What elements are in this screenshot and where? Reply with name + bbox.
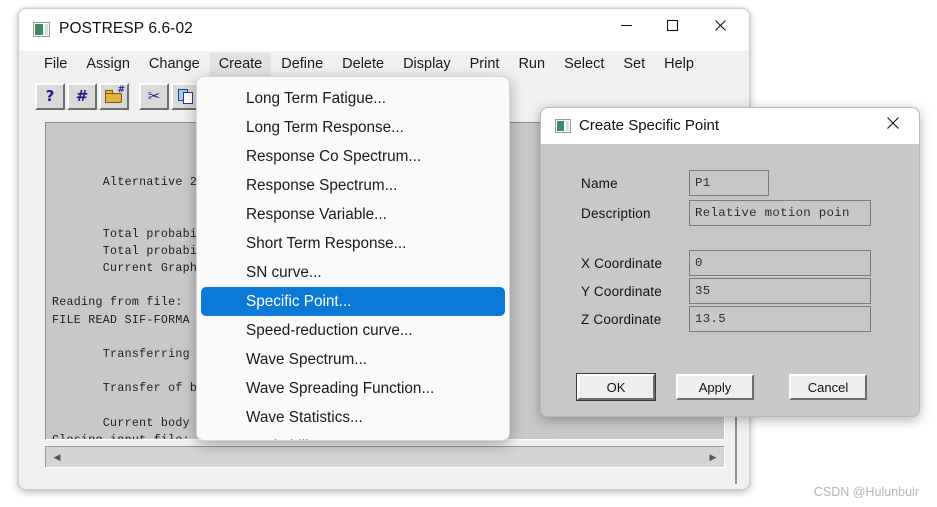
menu-create[interactable]: Create [209, 53, 272, 76]
menu-help[interactable]: Help [655, 53, 703, 76]
scroll-right-arrow-icon[interactable]: ▶ [703, 447, 723, 467]
dialog-body: Name P1 Description Relative motion poin… [541, 144, 919, 416]
menu-item-sn-curve[interactable]: SN curve... [201, 258, 505, 287]
y-coordinate-input[interactable]: 35 [689, 278, 871, 304]
dialog-close-button[interactable] [871, 108, 915, 138]
menu-item-specific-point[interactable]: Specific Point... [201, 287, 505, 316]
z-coordinate-label: Z Coordinate [581, 312, 662, 327]
copy-shape [178, 88, 194, 104]
create-specific-point-dialog: Create Specific Point Name P1 Descriptio… [540, 107, 920, 417]
name-label: Name [581, 176, 618, 191]
menu-select[interactable]: Select [555, 53, 613, 76]
z-coordinate-input[interactable]: 13.5 [689, 306, 871, 332]
y-coordinate-label: Y Coordinate [581, 284, 662, 299]
apply-button[interactable]: Apply [676, 374, 754, 400]
help-question-glyph: ? [45, 87, 55, 105]
menu-item-speed-reduction-curve[interactable]: Speed-reduction curve... [201, 316, 505, 345]
maximize-button[interactable] [649, 9, 695, 41]
cancel-button[interactable]: Cancel [789, 374, 867, 400]
menu-item-response-spectrum[interactable]: Response Spectrum... [201, 171, 505, 200]
folder-hash-badge: # [117, 84, 125, 95]
minimize-icon [620, 24, 632, 26]
description-input[interactable]: Relative motion poin [689, 200, 871, 226]
menu-assign[interactable]: Assign [77, 53, 139, 76]
x-coordinate-label: X Coordinate [581, 256, 663, 271]
menu-display[interactable]: Display [394, 53, 460, 76]
close-button[interactable] [697, 9, 743, 41]
menu-item-long-term-response[interactable]: Long Term Response... [201, 113, 505, 142]
menu-item-wave-statistics[interactable]: Wave Statistics... [201, 403, 505, 432]
menu-set[interactable]: Set [614, 53, 654, 76]
dialog-close-icon [887, 117, 899, 129]
close-icon [714, 19, 726, 31]
open-folder-icon[interactable]: # [99, 82, 129, 110]
maximize-icon [666, 19, 678, 31]
name-input[interactable]: P1 [689, 170, 769, 196]
hash-number-glyph: # [75, 87, 89, 105]
watermark: CSDN @Hulunbuir [813, 485, 919, 499]
menu-item-wave-spreading-function[interactable]: Wave Spreading Function... [201, 374, 505, 403]
app-icon [33, 22, 50, 37]
menu-file[interactable]: File [35, 53, 76, 76]
menu-define[interactable]: Define [272, 53, 332, 76]
console-horizontal-scrollbar[interactable]: ◀ ▶ [45, 446, 725, 468]
cut-scissors-icon[interactable]: ✂ [139, 82, 169, 110]
ok-button[interactable]: OK [577, 374, 655, 400]
menu-print[interactable]: Print [461, 53, 509, 76]
menu-item-long-term-fatigue[interactable]: Long Term Fatigue... [201, 84, 505, 113]
menu-item-response-variable[interactable]: Response Variable... [201, 200, 505, 229]
menu-run[interactable]: Run [509, 53, 554, 76]
menu-item-short-term-response[interactable]: Short Term Response... [201, 229, 505, 258]
menu-change[interactable]: Change [140, 53, 209, 76]
menu-item-wave-spectrum[interactable]: Wave Spectrum... [201, 345, 505, 374]
minimize-button[interactable] [603, 9, 649, 41]
dialog-app-icon [555, 119, 571, 133]
menu-delete[interactable]: Delete [333, 53, 393, 76]
scroll-left-arrow-icon[interactable]: ◀ [47, 447, 67, 467]
menu-item-workability[interactable]: Workability... [201, 432, 505, 440]
scissors-glyph: ✂ [147, 87, 161, 105]
menu-item-response-co-spectrum[interactable]: Response Co Spectrum... [201, 142, 505, 171]
create-dropdown-menu: Long Term Fatigue... Long Term Response.… [196, 76, 510, 441]
window-title: POSTRESP 6.6-02 [59, 20, 193, 37]
help-question-icon[interactable]: ? [35, 82, 65, 110]
hash-number-icon[interactable]: # [67, 82, 97, 110]
screenshot-root: POSTRESP 6.6-02 File Assign Change Creat… [0, 0, 937, 507]
dialog-title: Create Specific Point [579, 117, 720, 134]
menubar: File Assign Change Create Define Delete … [19, 51, 749, 78]
dialog-titlebar: Create Specific Point [541, 108, 919, 144]
description-label: Description [581, 206, 651, 221]
window-titlebar: POSTRESP 6.6-02 [19, 9, 749, 51]
vertical-scroll-thumb[interactable] [735, 412, 737, 484]
x-coordinate-input[interactable]: 0 [689, 250, 871, 276]
